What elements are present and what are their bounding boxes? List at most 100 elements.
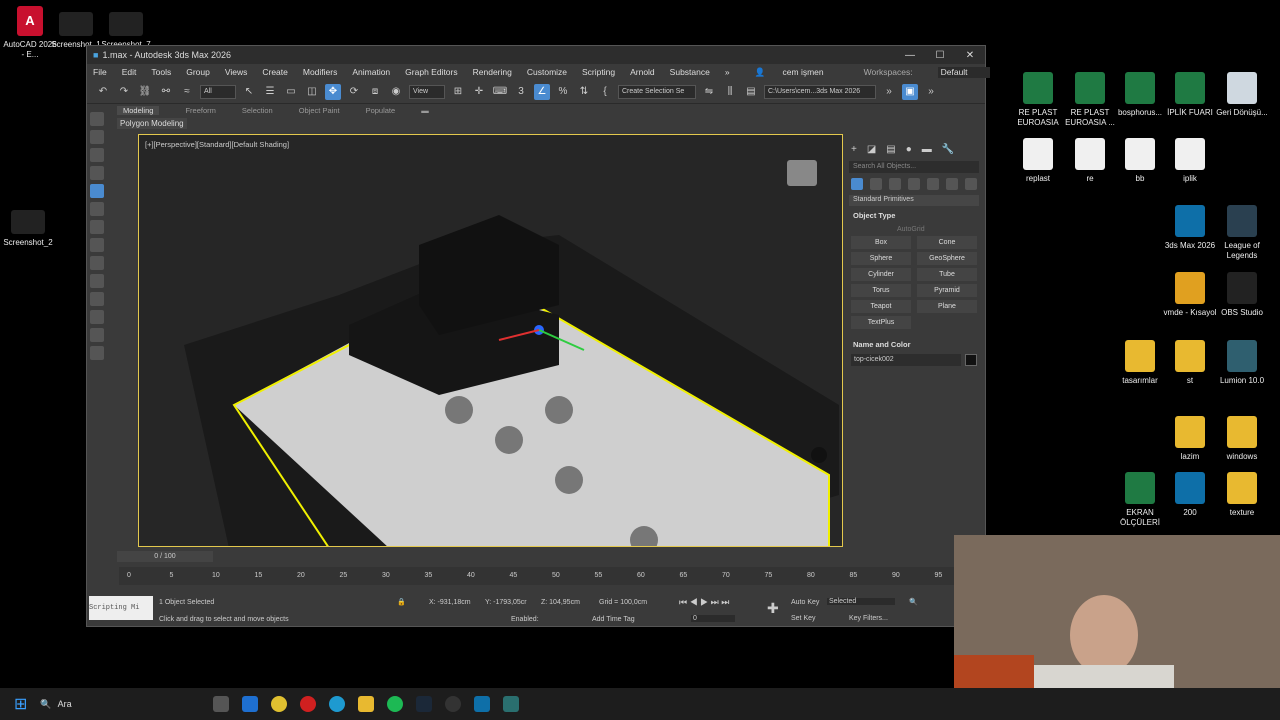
keyboard-shortcut-override-icon[interactable]: ⌨ <box>492 84 508 100</box>
menu-group[interactable]: Group <box>186 67 210 77</box>
desktop-icon[interactable]: st <box>1162 340 1218 386</box>
desktop-icon[interactable]: bb <box>1112 138 1168 184</box>
undo-icon[interactable]: ↶ <box>95 84 111 100</box>
play-controls[interactable]: ⏮ ◀ ▶ ⏭ ⏭ <box>679 597 729 608</box>
desktop-icon[interactable]: Lumion 10.0 <box>1214 340 1270 386</box>
steam-icon[interactable] <box>416 696 433 712</box>
object-color-swatch[interactable] <box>965 354 977 366</box>
desktop-icon[interactable]: RE PLAST EUROASIA <box>1010 72 1066 128</box>
desktop-icon[interactable]: EKRAN ÖLÇÜLERİ <box>1112 472 1168 528</box>
auto-key-button[interactable]: Auto Key <box>791 599 819 606</box>
z-coordinate[interactable]: Z: 104,95cm <box>541 599 580 606</box>
minimize-button[interactable]: — <box>895 50 925 61</box>
space-warps-icon[interactable] <box>946 178 958 190</box>
tab-object-paint[interactable]: Object Paint <box>299 106 340 115</box>
set-key-button[interactable]: Set Key <box>791 615 816 622</box>
systems-icon[interactable] <box>965 178 977 190</box>
angle-snap-icon[interactable]: ∠ <box>534 83 550 100</box>
more-tools-icon[interactable]: » <box>881 84 897 100</box>
name-and-color-header[interactable]: Name and Color <box>845 335 983 354</box>
menu-graph-editors[interactable]: Graph Editors <box>405 67 457 77</box>
y-coordinate[interactable]: Y: -1793,05cr <box>485 599 527 606</box>
object-search-input[interactable]: Search All Objects... <box>849 161 979 173</box>
more-menus-icon[interactable]: » <box>725 67 730 78</box>
project-path-select[interactable]: C:\Users\cem...3ds Max 2026 <box>764 84 876 99</box>
desktop-icon[interactable]: League of Legends <box>1214 205 1270 261</box>
textplus-button[interactable]: TextPlus <box>851 316 911 329</box>
start-icon[interactable]: ⊞ <box>14 694 27 714</box>
display-icon[interactable] <box>90 346 104 360</box>
select-and-move-icon[interactable]: ✥ <box>325 83 341 100</box>
geosphere-button[interactable]: GeoSphere <box>917 252 977 265</box>
ribbon-options-icon[interactable]: ▬ <box>421 106 429 115</box>
menu-animation[interactable]: Animation <box>352 67 390 77</box>
tube-button[interactable]: Tube <box>917 268 977 281</box>
desktop-icon[interactable]: vmde - Kısayol <box>1162 272 1218 318</box>
desktop-icon[interactable]: replast <box>1010 138 1066 184</box>
tab-selection[interactable]: Selection <box>242 106 273 115</box>
helpers-icon[interactable] <box>927 178 939 190</box>
perspective-viewport[interactable]: [+][Perspective][Standard][Default Shadi… <box>138 134 843 547</box>
desktop-icon[interactable]: 3ds Max 2026 <box>1162 205 1218 251</box>
modify-tab-icon[interactable]: ◪ <box>867 144 876 155</box>
menu-substance[interactable]: Substance <box>670 67 710 77</box>
desktop-icon[interactable]: re <box>1062 138 1118 184</box>
desktop-icon[interactable]: İPLİK FUARI <box>1162 72 1218 118</box>
alem-icon[interactable] <box>90 256 104 270</box>
file-explorer-icon[interactable] <box>358 696 375 712</box>
app-task-icon[interactable] <box>503 696 520 712</box>
desktop-icon[interactable]: bosphorus... <box>1112 72 1168 118</box>
maxscript-listener[interactable]: Scripting Mi <box>89 596 153 620</box>
select-and-scale-icon[interactable]: ⧈ <box>367 84 383 100</box>
desktop-icon[interactable]: texture <box>1214 472 1270 518</box>
desktop-icon[interactable]: windows <box>1214 416 1270 462</box>
rectangle-selection-icon[interactable]: ▭ <box>283 84 299 100</box>
3dsmax-task-icon[interactable] <box>474 696 491 712</box>
desktop-icon[interactable]: OBS Studio <box>1214 272 1270 318</box>
more-render-icon[interactable]: » <box>923 84 939 100</box>
named-selection-set-select[interactable]: Create Selection Se <box>618 84 696 99</box>
menu-create[interactable]: Create <box>262 67 288 77</box>
x-coordinate[interactable]: X: -931,18cm <box>429 599 471 606</box>
select-by-name-icon[interactable]: ☰ <box>262 84 278 100</box>
object-name-field[interactable]: top-cicek002 <box>851 354 961 366</box>
torus-button[interactable]: Torus <box>851 284 911 297</box>
desktop-icon[interactable]: Geri Dönüşü... <box>1214 72 1270 118</box>
utilities-tab-icon[interactable]: 🔧 <box>942 144 954 155</box>
layer-explorer-icon[interactable]: ▤ <box>743 84 759 100</box>
chrome-icon[interactable] <box>271 696 288 712</box>
brush-icon[interactable] <box>90 292 104 306</box>
obs-icon[interactable] <box>445 696 462 712</box>
scene-explorer-icon[interactable] <box>90 112 104 126</box>
close-button[interactable]: ✕ <box>955 50 985 61</box>
menu-scripting[interactable]: Scripting <box>582 67 615 77</box>
menu-views[interactable]: Views <box>225 67 248 77</box>
desktop-icon[interactable]: tasarımlar <box>1112 340 1168 386</box>
current-frame-field[interactable]: 0 <box>691 615 735 622</box>
select-and-place-icon[interactable]: ◉ <box>388 84 404 100</box>
link-icon[interactable]: ⛓ <box>137 84 153 100</box>
light-icon[interactable] <box>90 202 104 216</box>
spotify-icon[interactable] <box>387 696 404 712</box>
box-button[interactable]: Box <box>851 236 911 249</box>
primitive-type-select[interactable]: Standard Primitives <box>849 195 979 206</box>
create-tab-icon[interactable]: + <box>851 144 857 155</box>
lock-selection-icon[interactable]: 🔒 <box>397 598 406 606</box>
autogrid-checkbox[interactable]: AutoGrid <box>845 225 983 236</box>
task-view-icon[interactable] <box>213 696 230 712</box>
tab-populate[interactable]: Populate <box>366 106 396 115</box>
shapes-icon[interactable] <box>870 178 882 190</box>
render-setup-icon[interactable]: ▣ <box>902 83 918 100</box>
spinner-snap-icon[interactable]: ⇅ <box>576 84 592 100</box>
menu-rendering[interactable]: Rendering <box>473 67 512 77</box>
redo-icon[interactable]: ↷ <box>116 84 132 100</box>
menu-modifiers[interactable]: Modifiers <box>303 67 337 77</box>
cameras-icon[interactable] <box>908 178 920 190</box>
toolbox-icon[interactable] <box>90 166 104 180</box>
motion-tab-icon[interactable]: ● <box>906 144 912 155</box>
layer-manager-icon[interactable] <box>90 148 104 162</box>
outlook-icon[interactable] <box>242 696 259 712</box>
reference-coordinate-select[interactable]: View <box>409 84 445 99</box>
cone-button[interactable]: Cone <box>917 236 977 249</box>
hierarchy-tab-icon[interactable]: ▤ <box>886 144 895 155</box>
